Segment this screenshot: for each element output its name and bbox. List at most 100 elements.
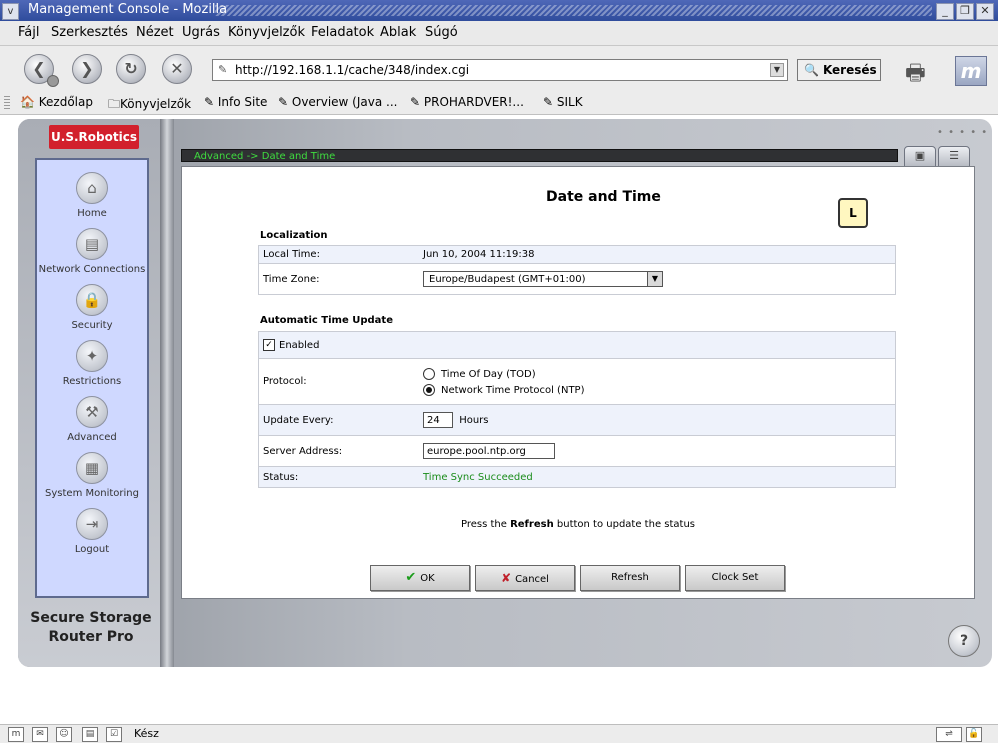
- sidebar-item-logout[interactable]: ⇥ Logout: [37, 508, 147, 555]
- search-button[interactable]: 🔍 Keresés: [797, 59, 881, 81]
- sidebar-item-network-connections[interactable]: ▤ Network Connections: [37, 228, 147, 275]
- window-menu-button[interactable]: v: [2, 3, 19, 20]
- menu-bookmarks[interactable]: Könyvjelzők: [228, 25, 305, 40]
- bookmark-folder-label: Könyvjelzők: [120, 97, 192, 111]
- local-time-label: Local Time:: [263, 249, 320, 260]
- content-area: L Date and Time Localization Local Time:…: [181, 166, 975, 599]
- bookmark-item[interactable]: ✎ Info Site: [204, 95, 267, 109]
- online-status-icon[interactable]: ⇌: [936, 727, 962, 742]
- forward-button[interactable]: ❯: [72, 54, 102, 84]
- sitemap-tab[interactable]: ▣: [904, 146, 936, 168]
- window-title: Management Console - Mozilla: [28, 2, 228, 17]
- cancel-button[interactable]: ✘ Cancel: [475, 565, 575, 591]
- section-title-localization: Localization: [260, 230, 328, 241]
- sidebar-item-advanced[interactable]: ⚒ Advanced: [37, 396, 147, 443]
- update-every-label: Update Every:: [263, 414, 334, 426]
- localization-table: Local Time: Jun 10, 2004 11:19:38 Time Z…: [258, 245, 896, 295]
- refresh-note: Press the Refresh button to update the s…: [182, 519, 974, 530]
- ntp-label: Network Time Protocol (NTP): [441, 384, 585, 396]
- search-label: Keresés: [822, 63, 877, 77]
- menu-edit[interactable]: Szerkesztés: [51, 25, 128, 40]
- maximize-button[interactable]: ❐: [956, 3, 974, 20]
- cancel-label: Cancel: [515, 574, 549, 585]
- protocol-option-ntp[interactable]: Network Time Protocol (NTP): [423, 383, 891, 396]
- sidebar-item-label: System Monitoring: [45, 488, 139, 499]
- refresh-note-prefix: Press the: [460, 519, 507, 530]
- security-lock-icon[interactable]: 🔓: [966, 727, 982, 742]
- ntp-radio[interactable]: [423, 383, 435, 396]
- cross-icon: ✘: [501, 571, 512, 585]
- bookmark-icon: ✎: [543, 95, 557, 109]
- bookmark-home-label: Kezdőlap: [38, 95, 93, 109]
- enabled-checkbox[interactable]: ✓: [263, 339, 275, 351]
- minimize-button[interactable]: _: [936, 3, 954, 20]
- back-button[interactable]: ❮: [24, 54, 59, 87]
- page-icon: ✎: [218, 63, 228, 76]
- bookmark-item[interactable]: ✎ Overview (Java ...: [278, 95, 397, 109]
- bookmark-icon: ✎: [278, 95, 292, 109]
- bookmark-home[interactable]: 🏠 Kezdőlap: [20, 95, 93, 109]
- server-address-input[interactable]: europe.pool.ntp.org: [423, 443, 555, 459]
- server-address-label: Server Address:: [263, 445, 343, 457]
- sidebar-item-restrictions[interactable]: ✦ Restrictions: [37, 340, 147, 387]
- table-row: ✓ Enabled: [258, 331, 896, 359]
- toolbar-grip[interactable]: [4, 96, 10, 109]
- local-time-value: Jun 10, 2004 11:19:38: [423, 249, 535, 260]
- update-every-input[interactable]: 24: [423, 412, 453, 428]
- composer-icon[interactable]: ▤: [82, 727, 98, 742]
- url-history-dropdown-icon[interactable]: ▼: [770, 63, 784, 77]
- url-bar[interactable]: ✎ ▼: [212, 59, 788, 81]
- titlebar-decoration: [215, 5, 932, 16]
- protocol-option-tod[interactable]: Time Of Day (TOD): [423, 367, 891, 380]
- tod-radio[interactable]: [423, 367, 435, 380]
- address-book-icon[interactable]: ☑: [106, 727, 122, 742]
- sidebar-item-security[interactable]: 🔒 Security: [37, 284, 147, 331]
- print-icon[interactable]: 🖶: [905, 56, 933, 86]
- chat-icon[interactable]: ☺: [56, 727, 72, 742]
- ok-button[interactable]: ✔ OK: [370, 565, 470, 591]
- sidebar-item-system-monitoring[interactable]: ▦ System Monitoring: [37, 452, 147, 499]
- ok-label: OK: [420, 573, 435, 584]
- clock-set-label: Clock Set: [711, 572, 759, 583]
- status-text: Kész: [134, 727, 159, 740]
- bookmark-item[interactable]: ✎ PROHARDVER!...: [410, 95, 524, 109]
- list-icon: ☰: [949, 149, 959, 162]
- status-label: Status:: [263, 471, 299, 483]
- timezone-select[interactable]: Europe/Budapest (GMT+01:00) ▼: [423, 271, 663, 287]
- menu-file[interactable]: Fájl: [18, 25, 39, 40]
- refresh-note-bold: Refresh: [510, 519, 554, 530]
- panel-divider: [160, 119, 174, 667]
- back-history-dropdown[interactable]: [47, 75, 59, 87]
- close-button[interactable]: ✕: [976, 3, 994, 20]
- status-value: Time Sync Succeeded: [423, 471, 533, 483]
- menu-help[interactable]: Súgó: [425, 25, 458, 40]
- menu-tasks[interactable]: Feladatok: [311, 25, 374, 40]
- url-input[interactable]: [235, 62, 755, 77]
- clock-set-button[interactable]: Clock Set: [685, 565, 785, 591]
- table-row: Server Address: europe.pool.ntp.org: [258, 436, 896, 467]
- window-titlebar: v Management Console - Mozilla _ ❐ ✕: [0, 0, 998, 21]
- stop-button[interactable]: ✕: [162, 54, 192, 84]
- list-tab[interactable]: ☰: [938, 146, 970, 168]
- breadcrumb: Advanced -> Date and Time: [181, 149, 898, 162]
- reload-button[interactable]: ↻: [116, 54, 146, 84]
- sitemap-icon: ▣: [914, 149, 926, 162]
- bookmark-item[interactable]: ✎ SILK: [543, 95, 583, 109]
- chevron-down-icon: ▼: [647, 272, 662, 286]
- mail-icon[interactable]: ✉: [32, 727, 48, 742]
- stop-icon: ✕: [170, 59, 184, 78]
- refresh-label: Refresh: [611, 572, 649, 583]
- bookmark-folder[interactable]: 🗀Könyvjelzők: [108, 95, 191, 116]
- menu-go[interactable]: Ugrás: [182, 25, 220, 40]
- navigator-icon[interactable]: m: [8, 727, 24, 742]
- menu-view[interactable]: Nézet: [136, 25, 174, 40]
- refresh-button[interactable]: Refresh: [580, 565, 680, 591]
- bookmark-label: PROHARDVER!...: [423, 95, 524, 109]
- mozilla-logo[interactable]: m: [955, 56, 987, 86]
- reload-icon: ↻: [124, 59, 138, 78]
- sidebar-item-home[interactable]: ⌂ Home: [37, 172, 147, 219]
- help-button[interactable]: ?: [948, 625, 980, 657]
- menu-window[interactable]: Ablak: [380, 25, 416, 40]
- sidebar-nav: ⌂ Home ▤ Network Connections 🔒 Security …: [35, 158, 149, 598]
- auto-update-table: ✓ Enabled Protocol: Time Of Day (TOD) Net…: [258, 331, 896, 488]
